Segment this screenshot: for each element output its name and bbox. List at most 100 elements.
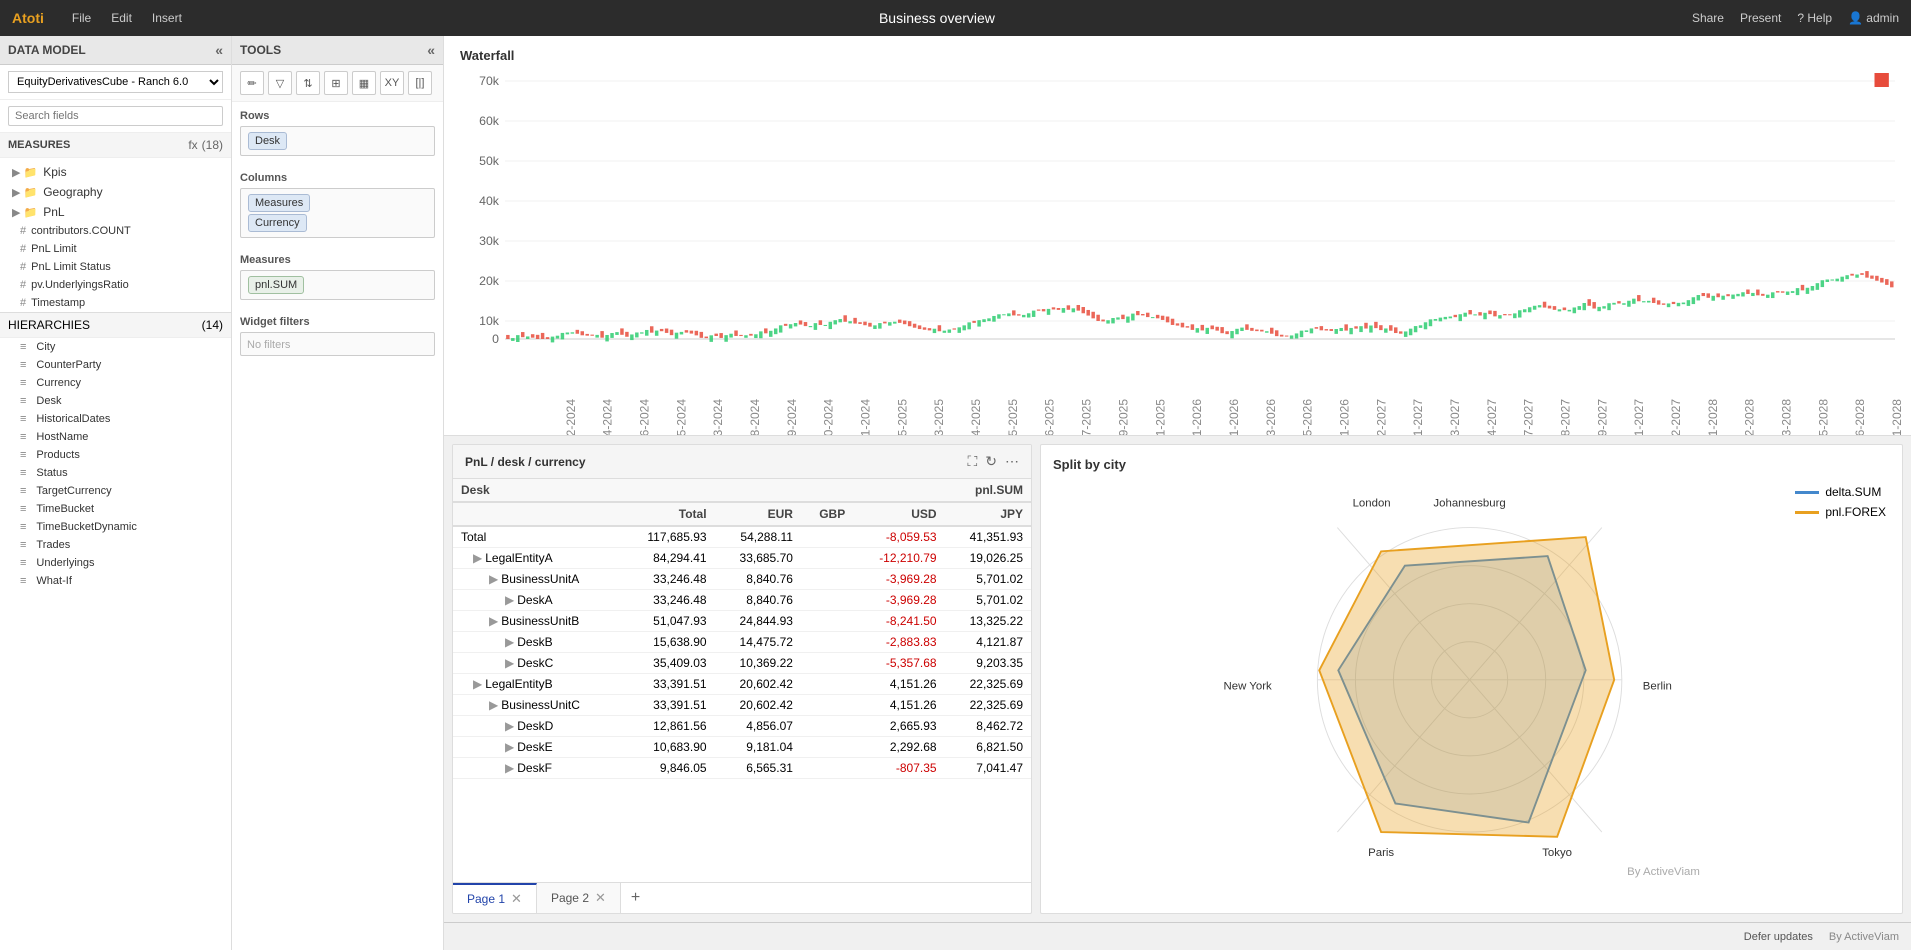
svg-text:Paris: Paris [1368, 847, 1394, 859]
table-row[interactable]: ▶LegalEntityB33,391.5120,602.424,151.262… [453, 674, 1031, 695]
tree-group-geography[interactable]: ▶ 📁 Geography [0, 182, 231, 202]
svg-text:New York: New York [1224, 680, 1272, 692]
x-axis-svg: (function() { var labels = ['15-11-2023'… [538, 389, 1901, 435]
list-item[interactable]: ≡Desk [0, 392, 231, 410]
fx-button[interactable]: fx [188, 138, 197, 152]
widget-filters-drop-zone[interactable]: No filters [240, 332, 435, 356]
filter-tool-button[interactable]: ▽ [268, 71, 292, 95]
waterfall-chart: 70k 60k 50k 40k 30k 20k 10k 0 [460, 71, 1895, 391]
list-item[interactable]: # contributors.COUNT [0, 222, 231, 240]
waterfall-svg: 70k 60k 50k 40k 30k 20k 10k 0 [460, 71, 1895, 351]
list-item[interactable]: ≡HostName [0, 428, 231, 446]
legend-delta-label: delta.SUM [1825, 485, 1881, 499]
list-item[interactable]: # Timestamp [0, 294, 231, 312]
pencil-tool-button[interactable]: ✏ [240, 71, 264, 95]
list-item[interactable]: ≡TargetCurrency [0, 482, 231, 500]
by-activeviam-label: By ActiveViam [1829, 931, 1899, 943]
list-item[interactable]: # pv.UnderlyingsRatio [0, 276, 231, 294]
list-item[interactable]: ≡Trades [0, 536, 231, 554]
svg-text:09-05-2028: 09-05-2028 [1816, 399, 1830, 435]
pivot-tool-button[interactable]: ⊞ [324, 71, 348, 95]
split-tool-button[interactable]: [|] [408, 71, 432, 95]
list-item[interactable]: ≡Status [0, 464, 231, 482]
list-item[interactable]: ≡TimeBucket [0, 500, 231, 518]
legend-pnl: pnl.FOREX [1795, 505, 1886, 519]
menu-insert[interactable]: Insert [152, 11, 182, 25]
svg-text:30k: 30k [479, 234, 500, 248]
measures-tag-pnlsum[interactable]: pnl.SUM [248, 276, 304, 294]
table-row[interactable]: Total117,685.9354,288.11-8,059.5341,351.… [453, 526, 1031, 548]
svg-text:20-11-2025: 20-11-2025 [1153, 399, 1167, 435]
folder-icon: ▶ 📁 [12, 206, 37, 219]
measures-label: MEASURES [8, 139, 70, 151]
measures-count: (18) [202, 138, 223, 152]
refresh-icon[interactable]: ↻ [985, 453, 997, 470]
collapse-left-icon[interactable]: « [215, 42, 223, 58]
measures-tree: ▶ 📁 Kpis ▶ 📁 Geography ▶ 📁 PnL # contrib… [0, 158, 231, 950]
table-row[interactable]: ▶DeskD12,861.564,856.072,665.938,462.72 [453, 716, 1031, 737]
list-item[interactable]: ≡What-If [0, 572, 231, 590]
close-page1-icon[interactable]: ✕ [511, 891, 522, 907]
radar-panel: Split by city delta.SUM pnl.FOREX Johann… [1040, 444, 1903, 914]
svg-text:12-09-2024: 12-09-2024 [785, 399, 799, 435]
svg-text:09-05-2025: 09-05-2025 [1006, 399, 1020, 435]
rows-tag-desk[interactable]: Desk [248, 132, 287, 150]
columns-drop-zone[interactable]: Measures Currency [240, 188, 435, 238]
xy-tool-button[interactable]: XY [380, 71, 404, 95]
columns-tag-measures[interactable]: Measures [248, 194, 310, 212]
list-item[interactable]: ≡Underlyings [0, 554, 231, 572]
page-tab-2[interactable]: Page 2 ✕ [537, 883, 621, 913]
rows-drop-zone[interactable]: Desk [240, 126, 435, 156]
table-row[interactable]: ▶DeskA33,246.488,840.76-3,969.285,701.02 [453, 590, 1031, 611]
tools-label: TOOLS [240, 43, 281, 57]
table-row[interactable]: ▶LegalEntityA84,294.4133,685.70-12,210.7… [453, 548, 1031, 569]
measures-drop-zone[interactable]: pnl.SUM [240, 270, 435, 300]
user-button[interactable]: 👤 admin [1848, 11, 1899, 25]
share-button[interactable]: Share [1692, 11, 1724, 25]
menu-edit[interactable]: Edit [111, 11, 132, 25]
list-item[interactable]: ≡TimeBucketDynamic [0, 518, 231, 536]
menu-file[interactable]: File [72, 11, 91, 25]
tree-group-kpis[interactable]: ▶ 📁 Kpis [0, 162, 231, 182]
list-item[interactable]: ≡CounterParty [0, 356, 231, 374]
close-page2-icon[interactable]: ✕ [595, 890, 606, 906]
present-button[interactable]: Present [1740, 11, 1781, 25]
table-row[interactable]: ▶BusinessUnitC33,391.5120,602.424,151.26… [453, 695, 1031, 716]
defer-updates-button[interactable]: Defer updates [1744, 931, 1813, 943]
svg-text:09-10-2024: 09-10-2024 [822, 399, 836, 435]
columns-tag-currency[interactable]: Currency [248, 214, 307, 232]
add-page-button[interactable]: + [621, 883, 650, 913]
svg-text:20-03-2026: 20-03-2026 [1264, 399, 1278, 435]
list-item[interactable]: # PnL Limit Status [0, 258, 231, 276]
list-item[interactable]: ≡City [0, 338, 231, 356]
list-item[interactable]: # PnL Limit [0, 240, 231, 258]
list-item[interactable]: ≡HistoricalDates [0, 410, 231, 428]
table-row[interactable]: ▶DeskE10,683.909,181.042,292.686,821.50 [453, 737, 1031, 758]
more-icon[interactable]: ⋯ [1005, 453, 1019, 470]
collapse-tools-icon[interactable]: « [427, 42, 435, 58]
svg-text:17-05-2024: 17-05-2024 [674, 399, 688, 435]
sort-tool-button[interactable]: ⇅ [296, 71, 320, 95]
svg-text:21-02-2028: 21-02-2028 [1743, 399, 1757, 435]
legend-delta-color [1795, 491, 1819, 494]
no-filters-text: No filters [247, 339, 290, 351]
help-button[interactable]: ? Help [1797, 11, 1832, 25]
svg-text:0: 0 [492, 332, 499, 346]
table-row[interactable]: ▶DeskB15,638.9014,475.72-2,883.834,121.8… [453, 632, 1031, 653]
search-input[interactable] [8, 106, 223, 126]
list-item[interactable]: ≡Currency [0, 374, 231, 392]
svg-text:15-11-2024: 15-11-2024 [858, 399, 872, 435]
expand-icon[interactable]: ⛶ [967, 453, 977, 470]
table-row[interactable]: ▶DeskC35,409.0310,369.22-5,357.689,203.3… [453, 653, 1031, 674]
model-selector[interactable]: EquityDerivativesCube - Ranch 6.0 [8, 71, 223, 93]
waterfall-title: Waterfall [460, 48, 1895, 63]
list-item[interactable]: ≡Products [0, 446, 231, 464]
svg-text:11-08-2024: 11-08-2024 [748, 399, 762, 435]
table-row[interactable]: ▶BusinessUnitA33,246.488,840.76-3,969.28… [453, 569, 1031, 590]
table-row[interactable]: ▶BusinessUnitB51,047.9324,844.93-8,241.5… [453, 611, 1031, 632]
tree-group-pnl[interactable]: ▶ 📁 PnL [0, 202, 231, 222]
table-row[interactable]: ▶DeskF9,846.056,565.31-807.357,041.47 [453, 758, 1031, 779]
grid-tool-button[interactable]: ▦ [352, 71, 376, 95]
rows-label: Rows [232, 102, 443, 126]
page-tab-1[interactable]: Page 1 ✕ [453, 883, 537, 913]
